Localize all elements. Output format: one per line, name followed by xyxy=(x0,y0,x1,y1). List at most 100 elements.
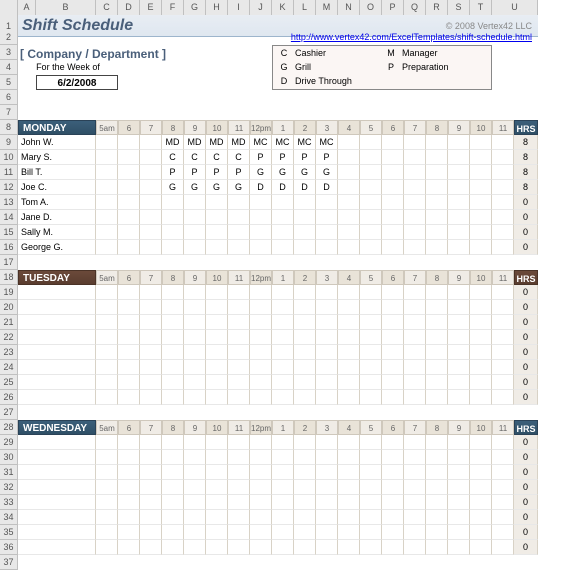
shift-cell[interactable] xyxy=(448,390,470,405)
shift-cell[interactable] xyxy=(118,180,140,195)
shift-cell[interactable] xyxy=(448,165,470,180)
shift-cell[interactable] xyxy=(338,465,360,480)
shift-cell[interactable] xyxy=(470,180,492,195)
shift-cell[interactable]: MD xyxy=(206,135,228,150)
shift-cell[interactable] xyxy=(228,390,250,405)
shift-cell[interactable] xyxy=(426,180,448,195)
shift-cell[interactable] xyxy=(118,210,140,225)
shift-cell[interactable] xyxy=(96,540,118,555)
shift-cell[interactable] xyxy=(492,225,514,240)
shift-cell[interactable] xyxy=(404,165,426,180)
shift-cell[interactable] xyxy=(206,315,228,330)
shift-cell[interactable] xyxy=(448,195,470,210)
employee-name[interactable] xyxy=(18,495,96,510)
shift-cell[interactable] xyxy=(360,330,382,345)
shift-cell[interactable] xyxy=(338,540,360,555)
shift-cell[interactable] xyxy=(96,300,118,315)
shift-cell[interactable] xyxy=(316,480,338,495)
shift-cell[interactable]: P xyxy=(206,165,228,180)
shift-cell[interactable] xyxy=(382,390,404,405)
shift-cell[interactable] xyxy=(338,390,360,405)
shift-cell[interactable] xyxy=(382,135,404,150)
shift-cell[interactable]: G xyxy=(294,165,316,180)
shift-cell[interactable] xyxy=(382,210,404,225)
shift-cell[interactable] xyxy=(294,390,316,405)
cell[interactable] xyxy=(118,60,272,75)
shift-cell[interactable] xyxy=(470,225,492,240)
shift-cell[interactable] xyxy=(338,525,360,540)
employee-name[interactable] xyxy=(18,480,96,495)
shift-cell[interactable] xyxy=(382,315,404,330)
shift-cell[interactable] xyxy=(140,525,162,540)
employee-name[interactable] xyxy=(18,345,96,360)
shift-cell[interactable] xyxy=(448,225,470,240)
shift-cell[interactable] xyxy=(404,330,426,345)
shift-cell[interactable] xyxy=(492,285,514,300)
shift-cell[interactable] xyxy=(162,435,184,450)
col-header[interactable]: D xyxy=(118,0,140,16)
shift-cell[interactable] xyxy=(470,165,492,180)
shift-cell[interactable] xyxy=(118,390,140,405)
shift-cell[interactable] xyxy=(360,165,382,180)
row-header[interactable]: 22 xyxy=(0,330,18,345)
shift-cell[interactable] xyxy=(338,165,360,180)
shift-cell[interactable] xyxy=(184,240,206,255)
shift-cell[interactable] xyxy=(404,345,426,360)
row-header[interactable]: 6 xyxy=(0,90,18,105)
shift-cell[interactable] xyxy=(316,285,338,300)
shift-cell[interactable] xyxy=(338,495,360,510)
row-header[interactable]: 29 xyxy=(0,435,18,450)
employee-name[interactable]: Joe C. xyxy=(18,180,96,195)
shift-cell[interactable] xyxy=(228,285,250,300)
shift-cell[interactable] xyxy=(162,480,184,495)
shift-cell[interactable] xyxy=(294,480,316,495)
shift-cell[interactable] xyxy=(316,360,338,375)
shift-cell[interactable] xyxy=(96,510,118,525)
shift-cell[interactable] xyxy=(184,195,206,210)
shift-cell[interactable] xyxy=(118,435,140,450)
shift-cell[interactable] xyxy=(360,435,382,450)
shift-cell[interactable] xyxy=(404,180,426,195)
col-header[interactable]: H xyxy=(206,0,228,16)
shift-cell[interactable] xyxy=(360,135,382,150)
shift-cell[interactable] xyxy=(228,195,250,210)
shift-cell[interactable] xyxy=(206,375,228,390)
cell[interactable] xyxy=(18,255,538,261)
row-header[interactable]: 26 xyxy=(0,390,18,405)
shift-cell[interactable] xyxy=(162,450,184,465)
shift-cell[interactable] xyxy=(250,285,272,300)
cell[interactable] xyxy=(18,405,538,411)
shift-cell[interactable] xyxy=(382,285,404,300)
shift-cell[interactable] xyxy=(184,330,206,345)
row-header[interactable]: 37 xyxy=(0,555,18,570)
shift-cell[interactable] xyxy=(316,345,338,360)
shift-cell[interactable] xyxy=(294,465,316,480)
shift-cell[interactable] xyxy=(96,435,118,450)
shift-cell[interactable]: G xyxy=(184,180,206,195)
shift-cell[interactable] xyxy=(140,495,162,510)
shift-cell[interactable] xyxy=(492,135,514,150)
shift-cell[interactable] xyxy=(250,465,272,480)
shift-cell[interactable] xyxy=(338,480,360,495)
shift-cell[interactable] xyxy=(404,375,426,390)
col-header[interactable]: T xyxy=(470,0,492,16)
shift-cell[interactable] xyxy=(228,240,250,255)
col-header[interactable]: R xyxy=(426,0,448,16)
shift-cell[interactable] xyxy=(360,345,382,360)
shift-cell[interactable] xyxy=(316,525,338,540)
row-header[interactable]: 23 xyxy=(0,345,18,360)
shift-cell[interactable] xyxy=(360,525,382,540)
shift-cell[interactable] xyxy=(470,150,492,165)
template-link[interactable]: http://www.vertex42.com/ExcelTemplates/s… xyxy=(18,30,538,44)
shift-cell[interactable] xyxy=(470,360,492,375)
shift-cell[interactable] xyxy=(206,465,228,480)
shift-cell[interactable] xyxy=(184,450,206,465)
shift-cell[interactable] xyxy=(382,225,404,240)
shift-cell[interactable] xyxy=(360,465,382,480)
shift-cell[interactable] xyxy=(492,540,514,555)
shift-cell[interactable] xyxy=(294,345,316,360)
shift-cell[interactable] xyxy=(404,525,426,540)
shift-cell[interactable] xyxy=(140,540,162,555)
employee-name[interactable] xyxy=(18,450,96,465)
shift-cell[interactable]: C xyxy=(162,150,184,165)
